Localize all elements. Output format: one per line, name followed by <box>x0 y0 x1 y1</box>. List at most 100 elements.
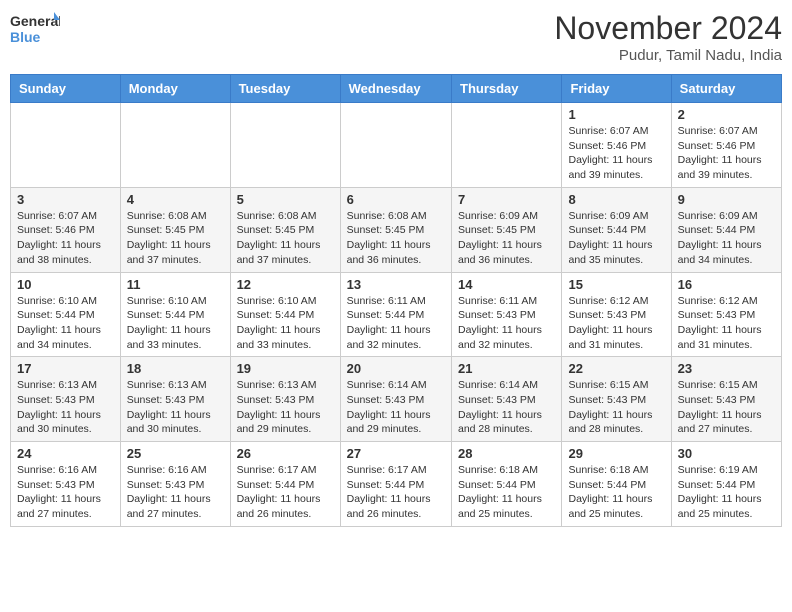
day-number: 10 <box>17 277 114 292</box>
day-number: 17 <box>17 361 114 376</box>
calendar-cell: 22 Sunrise: 6:15 AMSunset: 5:43 PMDayligh… <box>562 357 671 442</box>
weekday-tuesday: Tuesday <box>230 75 340 103</box>
day-info: Sunrise: 6:11 AMSunset: 5:43 PMDaylight:… <box>458 294 555 353</box>
day-info: Sunrise: 6:15 AMSunset: 5:43 PMDaylight:… <box>678 378 775 437</box>
day-number: 26 <box>237 446 334 461</box>
day-info: Sunrise: 6:08 AMSunset: 5:45 PMDaylight:… <box>347 209 445 268</box>
calendar-cell: 6 Sunrise: 6:08 AMSunset: 5:45 PMDaylight… <box>340 187 451 272</box>
calendar-cell: 8Sunrise: 6:09 AMSunset: 5:44 PMDaylight… <box>562 187 671 272</box>
calendar-week-1: 3Sunrise: 6:07 AMSunset: 5:46 PMDaylight… <box>11 187 782 272</box>
weekday-thursday: Thursday <box>452 75 562 103</box>
day-number: 12 <box>237 277 334 292</box>
calendar-cell: 17 Sunrise: 6:13 AMSunset: 5:43 PMDayligh… <box>11 357 121 442</box>
calendar-cell: 1 Sunrise: 6:07 AMSunset: 5:46 PMDaylight… <box>562 103 671 188</box>
calendar-cell: 14 Sunrise: 6:11 AMSunset: 5:43 PMDayligh… <box>452 272 562 357</box>
day-info: Sunrise: 6:07 AMSunset: 5:46 PMDaylight:… <box>568 124 664 183</box>
day-number: 21 <box>458 361 555 376</box>
day-info: Sunrise: 6:13 AMSunset: 5:43 PMDaylight:… <box>237 378 334 437</box>
day-info: Sunrise: 6:12 AMSunset: 5:43 PMDaylight:… <box>568 294 664 353</box>
calendar-cell: 29Sunrise: 6:18 AMSunset: 5:44 PMDayligh… <box>562 442 671 527</box>
day-number: 5 <box>237 192 334 207</box>
calendar-cell <box>230 103 340 188</box>
day-number: 29 <box>568 446 664 461</box>
calendar-cell: 18Sunrise: 6:13 AMSunset: 5:43 PMDayligh… <box>120 357 230 442</box>
day-info: Sunrise: 6:12 AMSunset: 5:43 PMDaylight:… <box>678 294 775 353</box>
weekday-monday: Monday <box>120 75 230 103</box>
calendar-table: SundayMondayTuesdayWednesdayThursdayFrid… <box>10 74 782 527</box>
calendar-cell: 13 Sunrise: 6:11 AMSunset: 5:44 PMDayligh… <box>340 272 451 357</box>
weekday-saturday: Saturday <box>671 75 781 103</box>
day-info: Sunrise: 6:19 AMSunset: 5:44 PMDaylight:… <box>678 463 775 522</box>
calendar-cell: 21 Sunrise: 6:14 AMSunset: 5:43 PMDayligh… <box>452 357 562 442</box>
calendar-cell: 15 Sunrise: 6:12 AMSunset: 5:43 PMDayligh… <box>562 272 671 357</box>
weekday-friday: Friday <box>562 75 671 103</box>
title-section: November 2024 Pudur, Tamil Nadu, India <box>554 10 782 64</box>
location-title: Pudur, Tamil Nadu, India <box>554 47 782 64</box>
day-number: 20 <box>347 361 445 376</box>
day-number: 1 <box>568 107 664 122</box>
day-info: Sunrise: 6:10 AMSunset: 5:44 PMDaylight:… <box>127 294 224 353</box>
day-number: 3 <box>17 192 114 207</box>
day-number: 7 <box>458 192 555 207</box>
calendar-cell: 10 Sunrise: 6:10 AMSunset: 5:44 PMDayligh… <box>11 272 121 357</box>
day-number: 22 <box>568 361 664 376</box>
day-number: 15 <box>568 277 664 292</box>
svg-text:General: General <box>10 13 60 29</box>
day-number: 18 <box>127 361 224 376</box>
month-title: November 2024 <box>554 10 782 47</box>
weekday-wednesday: Wednesday <box>340 75 451 103</box>
day-number: 19 <box>237 361 334 376</box>
calendar-cell: 20 Sunrise: 6:14 AMSunset: 5:43 PMDayligh… <box>340 357 451 442</box>
day-info: Sunrise: 6:14 AMSunset: 5:43 PMDaylight:… <box>458 378 555 437</box>
calendar-cell: 28Sunrise: 6:18 AMSunset: 5:44 PMDayligh… <box>452 442 562 527</box>
day-info: Sunrise: 6:10 AMSunset: 5:44 PMDaylight:… <box>237 294 334 353</box>
day-info: Sunrise: 6:10 AMSunset: 5:44 PMDaylight:… <box>17 294 114 353</box>
day-number: 23 <box>678 361 775 376</box>
day-number: 27 <box>347 446 445 461</box>
day-info: Sunrise: 6:09 AMSunset: 5:45 PMDaylight:… <box>458 209 555 268</box>
day-number: 24 <box>17 446 114 461</box>
calendar-cell: 3Sunrise: 6:07 AMSunset: 5:46 PMDaylight… <box>11 187 121 272</box>
day-info: Sunrise: 6:17 AMSunset: 5:44 PMDaylight:… <box>347 463 445 522</box>
calendar-cell <box>11 103 121 188</box>
calendar-cell: 4Sunrise: 6:08 AMSunset: 5:45 PMDaylight… <box>120 187 230 272</box>
calendar-cell: 5Sunrise: 6:08 AMSunset: 5:45 PMDaylight… <box>230 187 340 272</box>
calendar-cell: 26 Sunrise: 6:17 AMSunset: 5:44 PMDayligh… <box>230 442 340 527</box>
calendar-cell: 7 Sunrise: 6:09 AMSunset: 5:45 PMDaylight… <box>452 187 562 272</box>
day-info: Sunrise: 6:11 AMSunset: 5:44 PMDaylight:… <box>347 294 445 353</box>
day-number: 14 <box>458 277 555 292</box>
calendar-week-2: 10 Sunrise: 6:10 AMSunset: 5:44 PMDayligh… <box>11 272 782 357</box>
calendar-week-3: 17 Sunrise: 6:13 AMSunset: 5:43 PMDayligh… <box>11 357 782 442</box>
day-number: 6 <box>347 192 445 207</box>
page-header: General Blue November 2024 Pudur, Tamil … <box>10 10 782 64</box>
svg-text:Blue: Blue <box>10 29 41 45</box>
day-number: 25 <box>127 446 224 461</box>
calendar-cell: 24 Sunrise: 6:16 AMSunset: 5:43 PMDayligh… <box>11 442 121 527</box>
calendar-week-0: 1 Sunrise: 6:07 AMSunset: 5:46 PMDaylight… <box>11 103 782 188</box>
calendar-cell <box>120 103 230 188</box>
day-number: 11 <box>127 277 224 292</box>
day-info: Sunrise: 6:14 AMSunset: 5:43 PMDaylight:… <box>347 378 445 437</box>
calendar-cell: 9Sunrise: 6:09 AMSunset: 5:44 PMDaylight… <box>671 187 781 272</box>
calendar-cell: 12 Sunrise: 6:10 AMSunset: 5:44 PMDayligh… <box>230 272 340 357</box>
day-number: 13 <box>347 277 445 292</box>
day-info: Sunrise: 6:13 AMSunset: 5:43 PMDaylight:… <box>17 378 114 437</box>
calendar-cell: 27 Sunrise: 6:17 AMSunset: 5:44 PMDayligh… <box>340 442 451 527</box>
day-number: 30 <box>678 446 775 461</box>
calendar-header: SundayMondayTuesdayWednesdayThursdayFrid… <box>11 75 782 103</box>
calendar-week-4: 24 Sunrise: 6:16 AMSunset: 5:43 PMDayligh… <box>11 442 782 527</box>
weekday-sunday: Sunday <box>11 75 121 103</box>
calendar-cell: 11 Sunrise: 6:10 AMSunset: 5:44 PMDayligh… <box>120 272 230 357</box>
calendar-cell: 30 Sunrise: 6:19 AMSunset: 5:44 PMDayligh… <box>671 442 781 527</box>
day-info: Sunrise: 6:16 AMSunset: 5:43 PMDaylight:… <box>127 463 224 522</box>
calendar-cell: 16Sunrise: 6:12 AMSunset: 5:43 PMDayligh… <box>671 272 781 357</box>
calendar-cell: 23 Sunrise: 6:15 AMSunset: 5:43 PMDayligh… <box>671 357 781 442</box>
logo-svg: General Blue <box>10 10 60 52</box>
day-info: Sunrise: 6:08 AMSunset: 5:45 PMDaylight:… <box>127 209 224 268</box>
day-info: Sunrise: 6:16 AMSunset: 5:43 PMDaylight:… <box>17 463 114 522</box>
weekday-header-row: SundayMondayTuesdayWednesdayThursdayFrid… <box>11 75 782 103</box>
calendar-cell: 2Sunrise: 6:07 AMSunset: 5:46 PMDaylight… <box>671 103 781 188</box>
day-info: Sunrise: 6:15 AMSunset: 5:43 PMDaylight:… <box>568 378 664 437</box>
day-info: Sunrise: 6:17 AMSunset: 5:44 PMDaylight:… <box>237 463 334 522</box>
day-info: Sunrise: 6:07 AMSunset: 5:46 PMDaylight:… <box>678 124 775 183</box>
